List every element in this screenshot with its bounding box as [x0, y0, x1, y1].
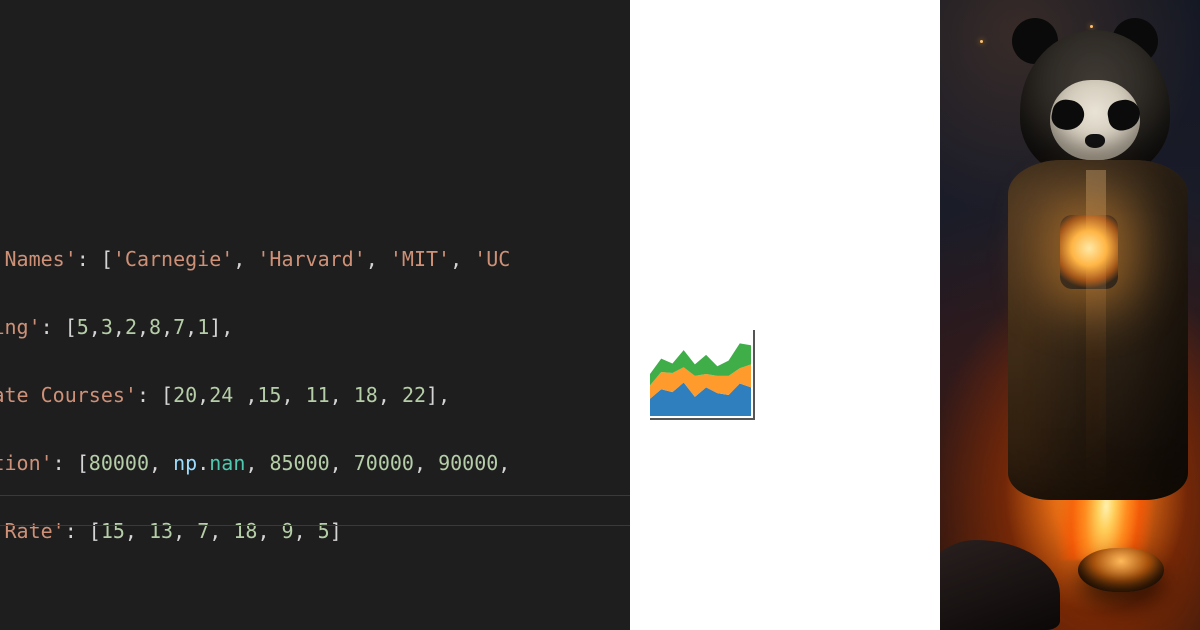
ember-icon — [980, 40, 983, 43]
key-names: 'University Names' — [0, 247, 77, 271]
tuition-2: 85000 — [269, 451, 329, 475]
key-rate: 'Acceptance Rate' — [0, 519, 65, 543]
names-2: 'MIT' — [390, 247, 450, 271]
composite-banner: me 'University Names': ['Carnegie', 'Har… — [0, 0, 1200, 630]
rank-0: 5 — [77, 315, 89, 339]
code-editor-pane: me 'University Names': ['Carnegie', 'Har… — [0, 0, 630, 630]
names-0: 'Carnegie' — [113, 247, 233, 271]
tuition-3: 70000 — [354, 451, 414, 475]
names-1: 'Harvard' — [257, 247, 365, 271]
area-chart-icon — [650, 330, 751, 416]
tuition-0: 80000 — [89, 451, 149, 475]
np-ident: np — [173, 451, 197, 475]
colon-open-1: : [ — [77, 247, 113, 271]
illustration-pane — [940, 0, 1200, 630]
rank-4: 7 — [173, 315, 185, 339]
rank-5: 1 — [197, 315, 209, 339]
np-nan: nan — [209, 451, 245, 475]
rate-5: 5 — [318, 519, 330, 543]
editor-separator — [0, 495, 630, 496]
course-3: 11 — [306, 383, 330, 407]
course-2: 15 — [257, 383, 281, 407]
rate-3: 18 — [233, 519, 257, 543]
brazier-icon — [1078, 548, 1164, 592]
course-5: 22 — [402, 383, 426, 407]
editor-separator — [0, 525, 630, 526]
panda-snout-icon — [1085, 134, 1105, 148]
robe-icon — [1008, 160, 1188, 500]
key-ranking: 'World Ranking' — [0, 315, 41, 339]
lantern-icon — [1060, 215, 1118, 289]
rank-2: 2 — [125, 315, 137, 339]
tuition-4: 90000 — [438, 451, 498, 475]
panda-figure — [990, 10, 1190, 530]
rate-4: 9 — [282, 519, 294, 543]
course-4: 18 — [354, 383, 378, 407]
rate-1: 13 — [149, 519, 173, 543]
rank-1: 3 — [101, 315, 113, 339]
course-1: 24 — [209, 383, 245, 407]
rate-0: 15 — [101, 519, 125, 543]
names-3: 'UC — [474, 247, 510, 271]
mini-area-chart — [650, 330, 755, 420]
key-tuition: 'Average Tution' — [0, 451, 53, 475]
code-block: me 'University Names': ['Carnegie', 'Har… — [0, 140, 522, 630]
rate-2: 7 — [197, 519, 209, 543]
course-0: 20 — [173, 383, 197, 407]
foreground-rock — [940, 540, 1060, 630]
middle-white-pane — [630, 0, 940, 630]
rank-3: 8 — [149, 315, 161, 339]
key-courses: 'Undergraduate Courses' — [0, 383, 137, 407]
